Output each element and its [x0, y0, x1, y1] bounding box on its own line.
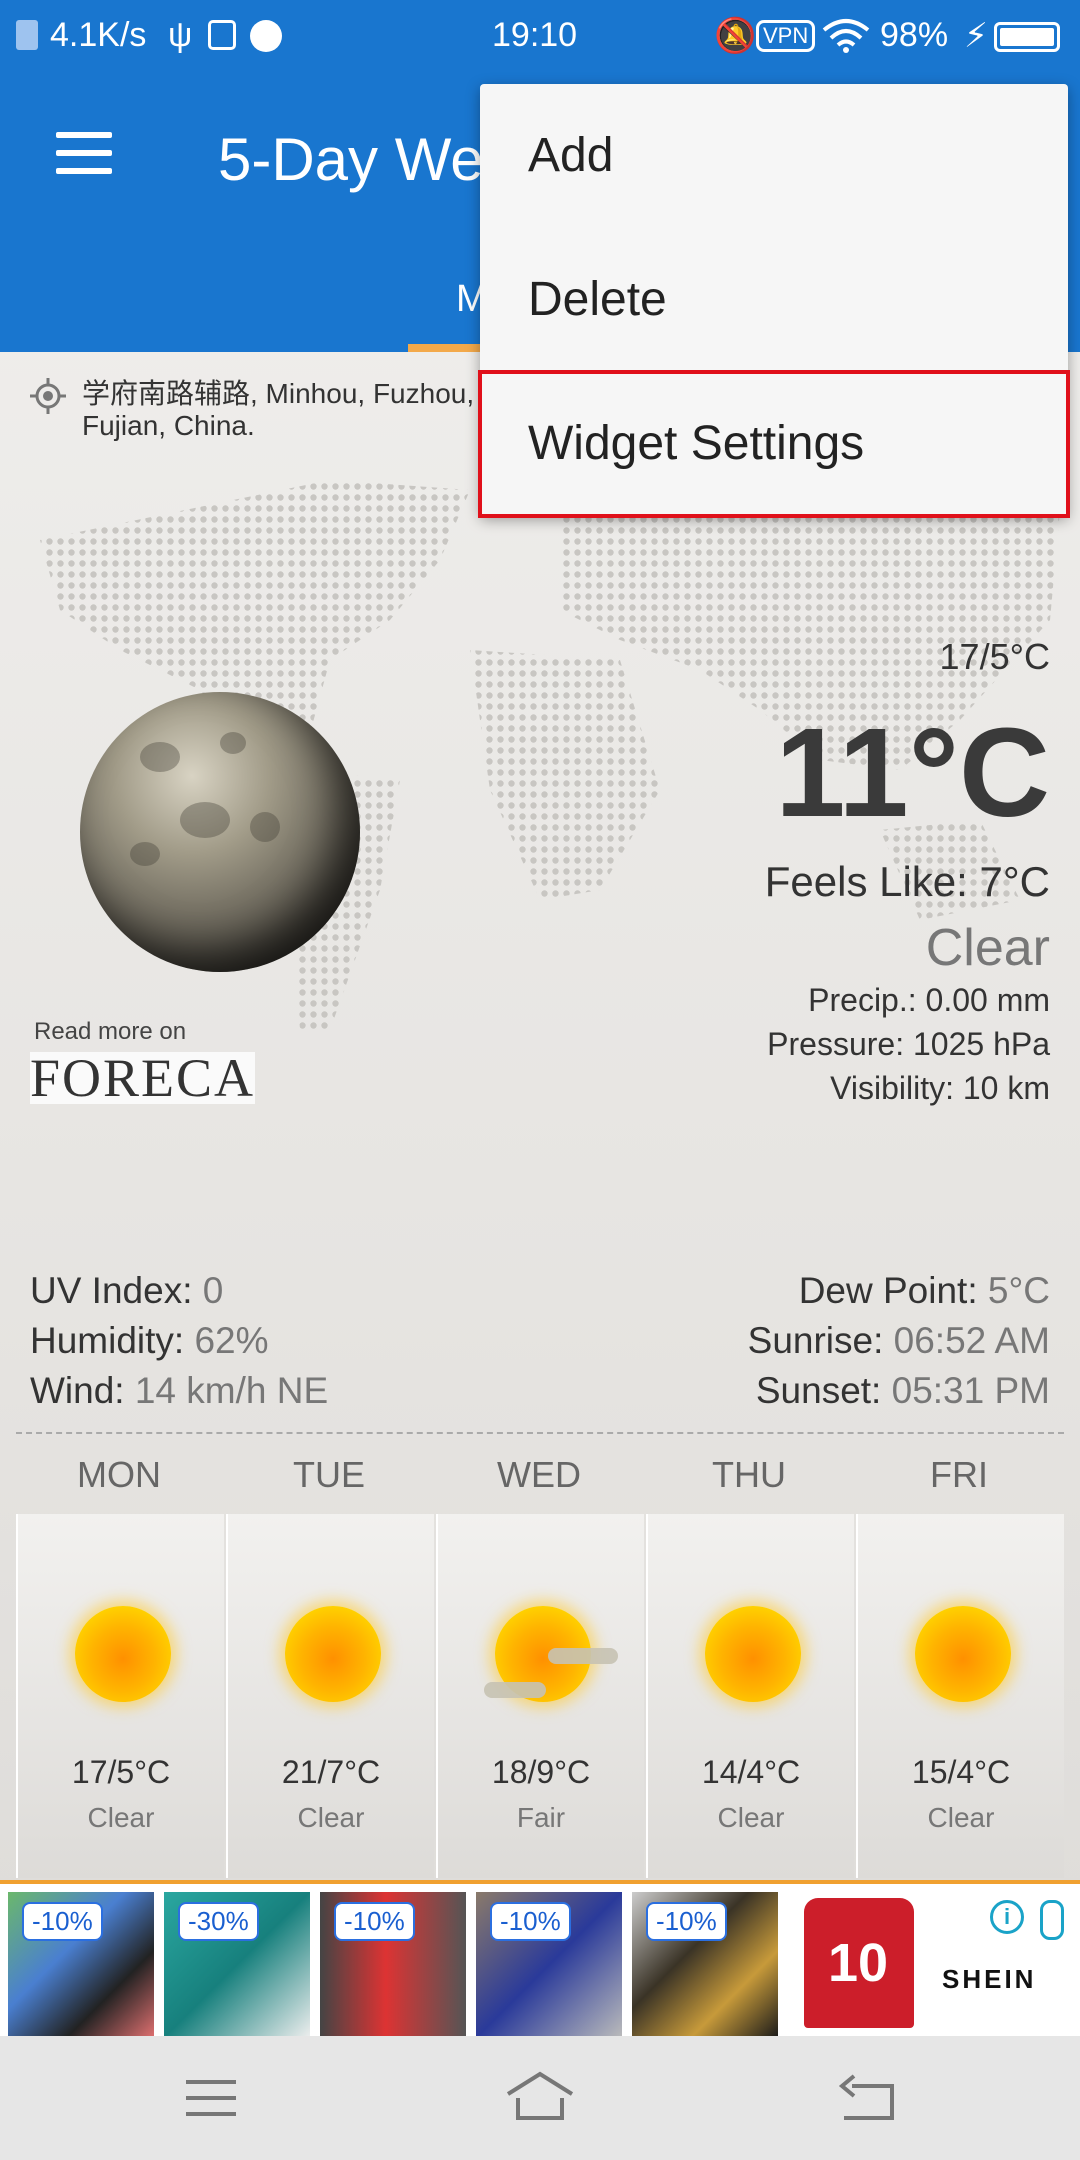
uv-index: UV Index: 0 — [30, 1270, 224, 1311]
forecast-temp: 15/4°C — [911, 1754, 1011, 1790]
home-nav-icon[interactable] — [504, 2070, 576, 2122]
status-bar: 4.1K/s ψ 19:10 🔕 VPN 98% ⚡ — [0, 0, 1080, 72]
precipitation: Precip.: 0.00 mm — [808, 982, 1050, 1018]
location-target-icon — [30, 378, 66, 414]
ad-brand-logo: SHEIN — [942, 1964, 1037, 1994]
sunrise: Sunrise: 06:52 AM — [747, 1320, 1050, 1361]
ad-product-tile[interactable]: -30% — [164, 1892, 310, 2038]
menu-item-delete[interactable]: Delete — [480, 228, 1068, 372]
mute-icon: 🔕 — [714, 17, 757, 55]
forecast-condition: Clear — [717, 1802, 785, 1833]
discount-badge: -10% — [334, 1902, 415, 1941]
jersey-number: 10 — [828, 1933, 889, 1993]
hamburger-menu-icon[interactable] — [40, 112, 130, 192]
forecast-day-name: MON — [77, 1454, 161, 1495]
forecast-card: 14/4°C Clear — [646, 1514, 854, 1878]
forecast-day-name: TUE — [293, 1454, 365, 1495]
forecast-condition: Clear — [927, 1802, 995, 1833]
discount-badge: -10% — [22, 1902, 103, 1941]
wifi-icon — [822, 19, 870, 53]
forecast-day-name: WED — [497, 1454, 581, 1495]
current-temperature: 11°C — [775, 702, 1050, 843]
discount-badge: -30% — [178, 1902, 259, 1941]
today-high-low: 17/5°C — [939, 636, 1050, 677]
ad-banner[interactable]: -10% -30% -10% -10% -10% 10 i — [0, 1880, 1080, 2040]
highlight-box — [478, 370, 1070, 518]
read-more-label: Read more on — [34, 1018, 187, 1045]
forecast-card: 21/7°C Clear — [226, 1514, 434, 1878]
divider — [16, 1432, 1064, 1434]
feels-like: Feels Like: 7°C — [764, 858, 1050, 905]
pressure: Pressure: 1025 hPa — [767, 1026, 1050, 1062]
forecast-day-name: FRI — [930, 1454, 988, 1495]
ad-info-icon[interactable]: i — [990, 1900, 1024, 1934]
battery-percent: 98% — [880, 16, 949, 54]
current-condition: Clear — [925, 919, 1050, 977]
app-notification-icon — [16, 20, 38, 50]
vpn-icon: VPN — [756, 20, 816, 52]
dew-point: Dew Point: 5°C — [798, 1270, 1050, 1311]
ad-choices-icon[interactable] — [1040, 1900, 1064, 1940]
forecast-temp: 21/7°C — [281, 1754, 381, 1790]
cloud-icon — [548, 1648, 618, 1664]
usb-icon: ψ — [168, 16, 193, 54]
usb-debug-icon — [208, 20, 236, 50]
ad-product-tile[interactable]: 10 — [788, 1892, 934, 2038]
sun-icon — [915, 1606, 1011, 1702]
cloud-icon — [484, 1682, 546, 1698]
moon-phase-image — [80, 692, 360, 972]
ad-product-tile[interactable]: -10% — [320, 1892, 466, 2038]
status-time: 19:10 — [492, 16, 578, 54]
battery-icon — [994, 22, 1060, 52]
ad-product-tile[interactable]: -10% — [632, 1892, 778, 2038]
forecast-card: 17/5°C Clear — [16, 1514, 224, 1878]
forecast-condition: Clear — [87, 1802, 155, 1833]
humidity: Humidity: 62% — [30, 1320, 269, 1361]
navigation-bar — [0, 2036, 1080, 2160]
sun-icon — [75, 1606, 171, 1702]
wind: Wind: 14 km/h NE — [30, 1370, 329, 1411]
sunset: Sunset: 05:31 PM — [755, 1370, 1050, 1411]
forecast-day[interactable]: TUE 21/7°C Clear — [224, 1448, 434, 1878]
forecast-day[interactable]: MON 17/5°C Clear — [14, 1448, 224, 1878]
foreca-logo-text: FORECA — [30, 1048, 256, 1108]
forecast-day[interactable]: THU 14/4°C Clear — [644, 1448, 854, 1878]
forecast-day[interactable]: FRI 15/4°C Clear — [854, 1448, 1064, 1878]
forecast-temp: 17/5°C — [71, 1754, 171, 1790]
network-speed: 4.1K/s — [50, 16, 147, 54]
ad-product-tile[interactable]: -10% — [8, 1892, 154, 2038]
forecast-condition: Fair — [516, 1802, 566, 1833]
charging-icon: ⚡ — [964, 17, 988, 55]
visibility: Visibility: 10 km — [830, 1070, 1050, 1106]
location-text: 学府南路辅路, Minhou, Fuzhou, Fujian, China. — [82, 378, 475, 441]
sun-icon — [285, 1606, 381, 1702]
foreca-logo[interactable]: FORECA — [30, 1051, 255, 1105]
forecast-day[interactable]: WED 18/9°C Fair — [434, 1448, 644, 1878]
forecast-temp: 18/9°C — [491, 1754, 591, 1790]
browser-icon — [250, 20, 282, 52]
ad-product-tile[interactable]: -10% — [476, 1892, 622, 2038]
menu-nav-icon[interactable] — [184, 2076, 238, 2120]
menu-item-add[interactable]: Add — [480, 84, 1068, 228]
forecast-temp: 14/4°C — [701, 1754, 801, 1790]
forecast-condition: Clear — [297, 1802, 365, 1833]
sun-icon — [705, 1606, 801, 1702]
forecast-card: 18/9°C Fair — [436, 1514, 644, 1878]
back-nav-icon[interactable] — [838, 2072, 898, 2124]
discount-badge: -10% — [646, 1902, 727, 1941]
discount-badge: -10% — [490, 1902, 571, 1941]
forecast-day-name: THU — [712, 1454, 786, 1495]
forecast-card: 15/4°C Clear — [856, 1514, 1064, 1878]
